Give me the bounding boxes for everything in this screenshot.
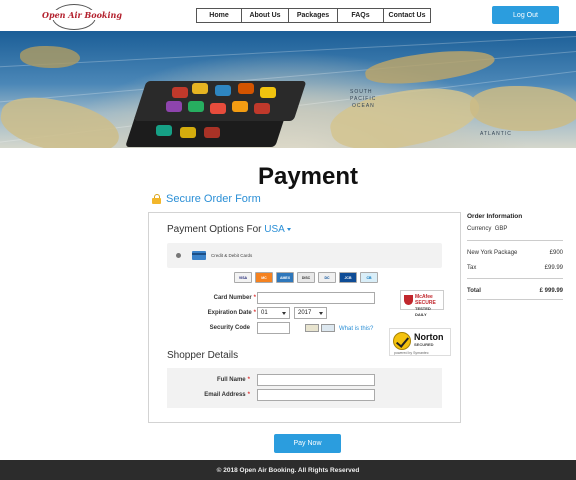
map-landmass <box>325 76 485 148</box>
sticker <box>166 101 182 112</box>
pay-now-button[interactable]: Pay Now <box>274 434 341 453</box>
mcafee-secure-badge: McAfee SECURE TESTED DAILY <box>400 290 444 317</box>
nav-about-us[interactable]: About Us <box>241 8 289 23</box>
cvv-card-back-icon <box>305 324 319 332</box>
full-name-label: Full Name * <box>216 377 250 383</box>
card-logo-mc-icon: MC <box>255 272 273 283</box>
card-logo-amex-icon: AMEX <box>276 272 294 283</box>
site-header: Open Air Booking Home About Us Packages … <box>0 0 576 31</box>
divider <box>467 299 563 300</box>
hero-banner: SOUTH PACIFIC OCEAN ATLANTIC <box>0 31 576 148</box>
sticker <box>204 127 220 138</box>
norton-secured-badge: Norton SECURED powered by Symantec <box>389 328 451 356</box>
map-landmass <box>470 86 576 131</box>
security-code-label: Security Code <box>209 325 250 331</box>
card-logo-jcb-icon: JCB <box>339 272 357 283</box>
nav-contact-us[interactable]: Contact Us <box>383 8 431 23</box>
site-logo[interactable]: Open Air Booking <box>38 3 123 30</box>
caret-down-icon <box>286 227 291 231</box>
main-nav: Home About Us Packages FAQs Contact Us <box>196 8 431 23</box>
country-value: USA <box>264 224 285 235</box>
full-name-input[interactable] <box>257 374 375 386</box>
norton-check-icon <box>393 332 411 350</box>
sticker <box>188 101 204 112</box>
order-item-row: New York Package £900 <box>467 250 563 256</box>
card-logo-cb-icon: CB <box>360 272 378 283</box>
exp-year-select[interactable]: 2017 <box>294 307 327 319</box>
sticker <box>192 83 208 94</box>
email-address-label: Email Address * <box>204 392 250 398</box>
sticker <box>210 103 226 114</box>
norton-secured-text: SECURED <box>414 342 434 347</box>
mcafee-text: McAfee SECURE TESTED DAILY <box>415 294 436 317</box>
sticker <box>215 85 231 96</box>
email-address-input[interactable] <box>257 389 375 401</box>
logout-button[interactable]: Log Out <box>492 6 559 24</box>
credit-card-icon <box>192 251 206 260</box>
dropdown-arrow-icon <box>319 312 323 315</box>
card-logos: VISA MC AMEX DISC DC JCB CB <box>234 272 381 283</box>
order-total-row: Total £ 999.99 <box>467 288 563 294</box>
divider <box>467 240 563 241</box>
nav-home[interactable]: Home <box>196 8 242 23</box>
sticker <box>172 87 188 98</box>
order-info-title: Order Information <box>467 213 523 220</box>
whats-this-link[interactable]: What is this? <box>339 326 373 332</box>
sticker <box>260 87 276 98</box>
order-item-row: Tax £99.99 <box>467 265 563 271</box>
map-label: ATLANTIC <box>480 131 512 137</box>
exp-month-select[interactable]: 01 <box>257 307 290 319</box>
sticker <box>232 101 248 112</box>
payment-method-row[interactable]: Credit & Debit Cards <box>167 243 442 268</box>
sticker <box>254 103 270 114</box>
payment-options-heading: Payment Options For USA <box>167 224 291 235</box>
secure-order-heading: Secure Order Form <box>152 193 261 205</box>
lock-icon <box>152 194 161 204</box>
secure-order-label: Secure Order Form <box>166 193 261 205</box>
card-logo-visa-icon: VISA <box>234 272 252 283</box>
order-information: Order Information Currency GBP New York … <box>467 213 563 300</box>
nav-faqs[interactable]: FAQs <box>337 8 384 23</box>
logo-text: Open Air Booking <box>41 10 123 20</box>
sticker <box>238 83 254 94</box>
cvv-card-front-icon <box>321 324 335 332</box>
site-footer: © 2018 Open Air Booking. All Rights Rese… <box>0 460 576 480</box>
map-landmass <box>20 46 80 68</box>
suitcase-image <box>120 75 310 148</box>
exp-month-value: 01 <box>261 310 268 316</box>
card-logo-dc-icon: DC <box>318 272 336 283</box>
shopper-details-heading: Shopper Details <box>167 350 239 361</box>
order-currency: Currency GBP <box>467 226 508 232</box>
card-logo-disc-icon: DISC <box>297 272 315 283</box>
expiration-date-label: Expiration Date * <box>207 310 256 316</box>
page-title: Payment <box>257 163 359 190</box>
sticker <box>156 125 172 136</box>
payment-method-label: Credit & Debit Cards <box>211 253 253 258</box>
nav-packages[interactable]: Packages <box>288 8 338 23</box>
norton-name: Norton <box>414 332 444 342</box>
country-dropdown[interactable]: USA <box>264 224 291 235</box>
payment-form-card: Payment Options For USA Credit & Debit C… <box>148 212 461 423</box>
mcafee-shield-icon <box>404 295 413 305</box>
payment-method-radio[interactable] <box>176 253 181 258</box>
exp-year-value: 2017 <box>298 310 312 316</box>
divider <box>467 278 563 279</box>
map-label: SOUTH <box>350 89 373 95</box>
sticker <box>180 127 196 138</box>
dropdown-arrow-icon <box>282 312 286 315</box>
payment-options-label: Payment Options For <box>167 224 262 235</box>
card-number-input[interactable] <box>257 292 375 304</box>
card-number-label: Card Number * <box>213 295 256 301</box>
map-label: OCEAN <box>352 103 375 109</box>
map-label: PACIFIC <box>350 96 377 102</box>
security-code-input[interactable] <box>257 322 290 334</box>
norton-powered-by: powered by Symantec <box>394 351 429 355</box>
